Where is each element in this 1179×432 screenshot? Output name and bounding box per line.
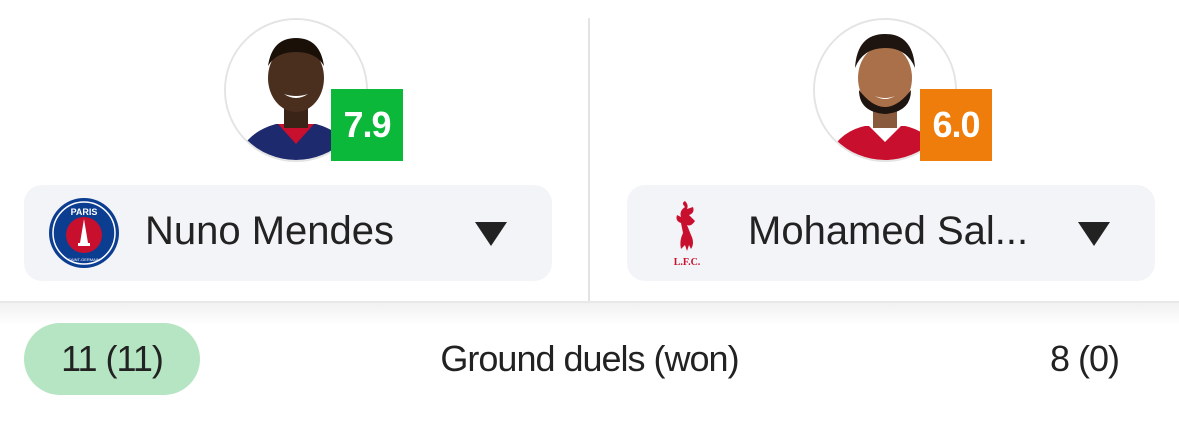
svg-text:PARIS: PARIS xyxy=(71,207,98,217)
stat-value-right: 8 (0) xyxy=(1049,338,1120,379)
player-selector-left[interactable]: PARIS SAINT-GERMAIN Nuno Mendes xyxy=(24,185,552,281)
svg-text:L.F.C.: L.F.C. xyxy=(674,257,701,268)
vertical-divider xyxy=(588,18,590,302)
stat-label: Ground duels (won) xyxy=(440,338,739,379)
chevron-down-icon xyxy=(1078,222,1110,246)
player-rating-right: 6.0 xyxy=(920,89,992,161)
player-name-left: Nuno Mendes xyxy=(145,209,395,253)
chevron-down-icon xyxy=(475,222,507,246)
player-rating-left: 7.9 xyxy=(331,89,403,161)
liverpool-logo-icon: L.F.C. xyxy=(674,201,701,268)
stat-row-ground-duels: 11 (11) Ground duels (won) 8 (0) xyxy=(0,322,1179,396)
psg-logo-icon: PARIS SAINT-GERMAIN xyxy=(49,198,119,268)
player-comparison-header: 7.9 PARIS SAINT-GERMAIN Nuno Mendes 6.0 … xyxy=(0,0,1179,303)
player-name-right: Mohamed Sal... xyxy=(748,209,1029,253)
svg-text:SAINT-GERMAIN: SAINT-GERMAIN xyxy=(68,257,100,262)
player-selector-right[interactable]: L.F.C. Mohamed Sal... xyxy=(627,185,1155,281)
